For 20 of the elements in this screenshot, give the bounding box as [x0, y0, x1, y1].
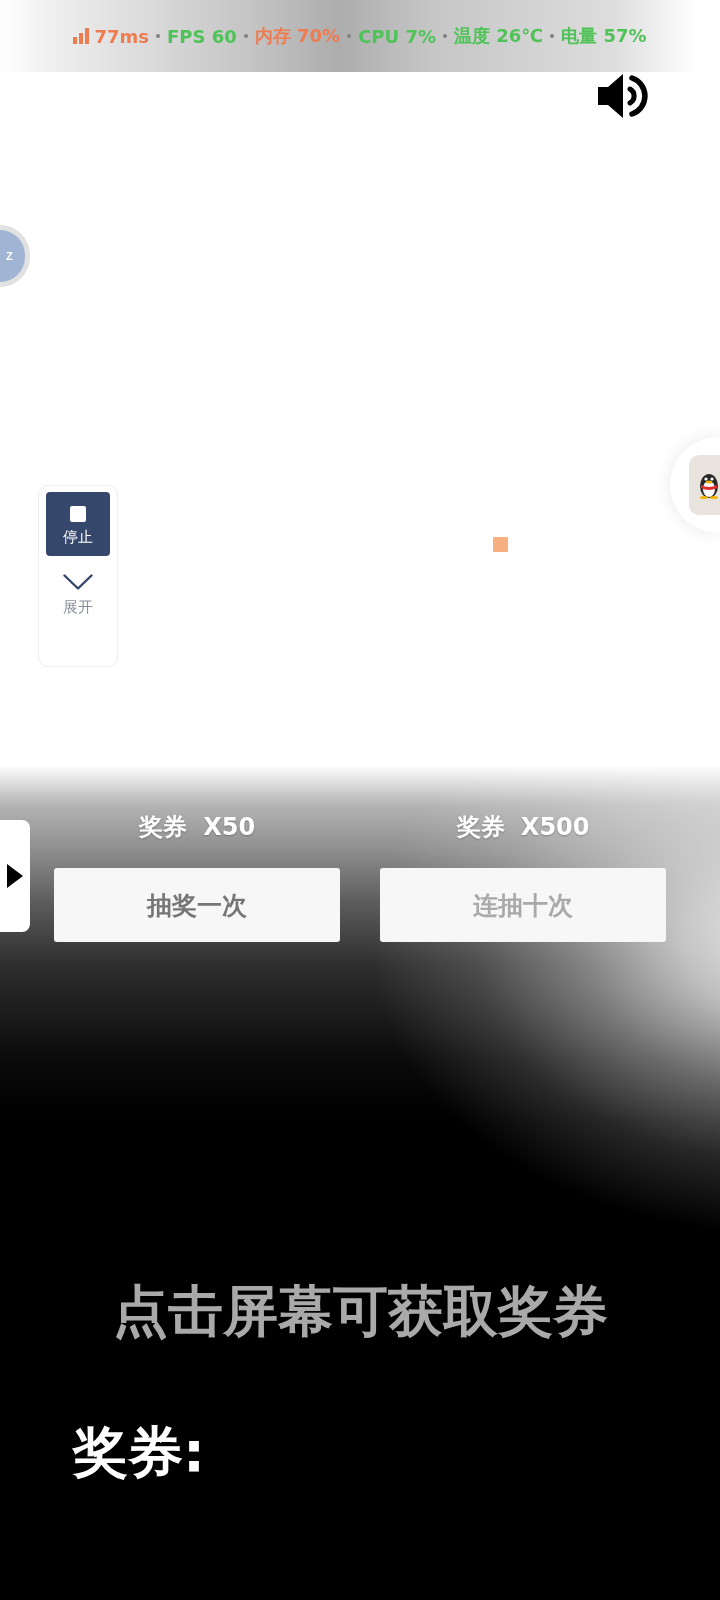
- play-icon: [7, 864, 23, 888]
- cost-label: 奖券 X50: [138, 813, 256, 841]
- cost-label: 奖券 X500: [456, 813, 590, 841]
- square-icon: [493, 537, 508, 552]
- side-handle[interactable]: [0, 820, 30, 932]
- penguin-icon: [689, 455, 720, 515]
- ticket-count-label: 奖券:: [71, 1419, 206, 1485]
- stat-text: 温度 26℃: [454, 24, 544, 48]
- stop-icon: [70, 505, 86, 522]
- stop-button[interactable]: 停止: [46, 492, 110, 556]
- stat-text: 电量 57%: [561, 24, 647, 48]
- signal-icon: [73, 28, 90, 44]
- expand-button[interactable]: 展开: [63, 574, 93, 617]
- draw-button[interactable]: 抽奖一次: [54, 868, 340, 942]
- stat-text: FPS 60: [167, 25, 237, 47]
- hint-text: 点击屏幕可获取奖券: [111, 1278, 609, 1344]
- stat-text: 77ms: [94, 25, 149, 47]
- stat-text: 内存 70%: [254, 24, 341, 48]
- chevron-down-icon: [63, 574, 93, 590]
- stat-text: CPU 7%: [358, 25, 436, 47]
